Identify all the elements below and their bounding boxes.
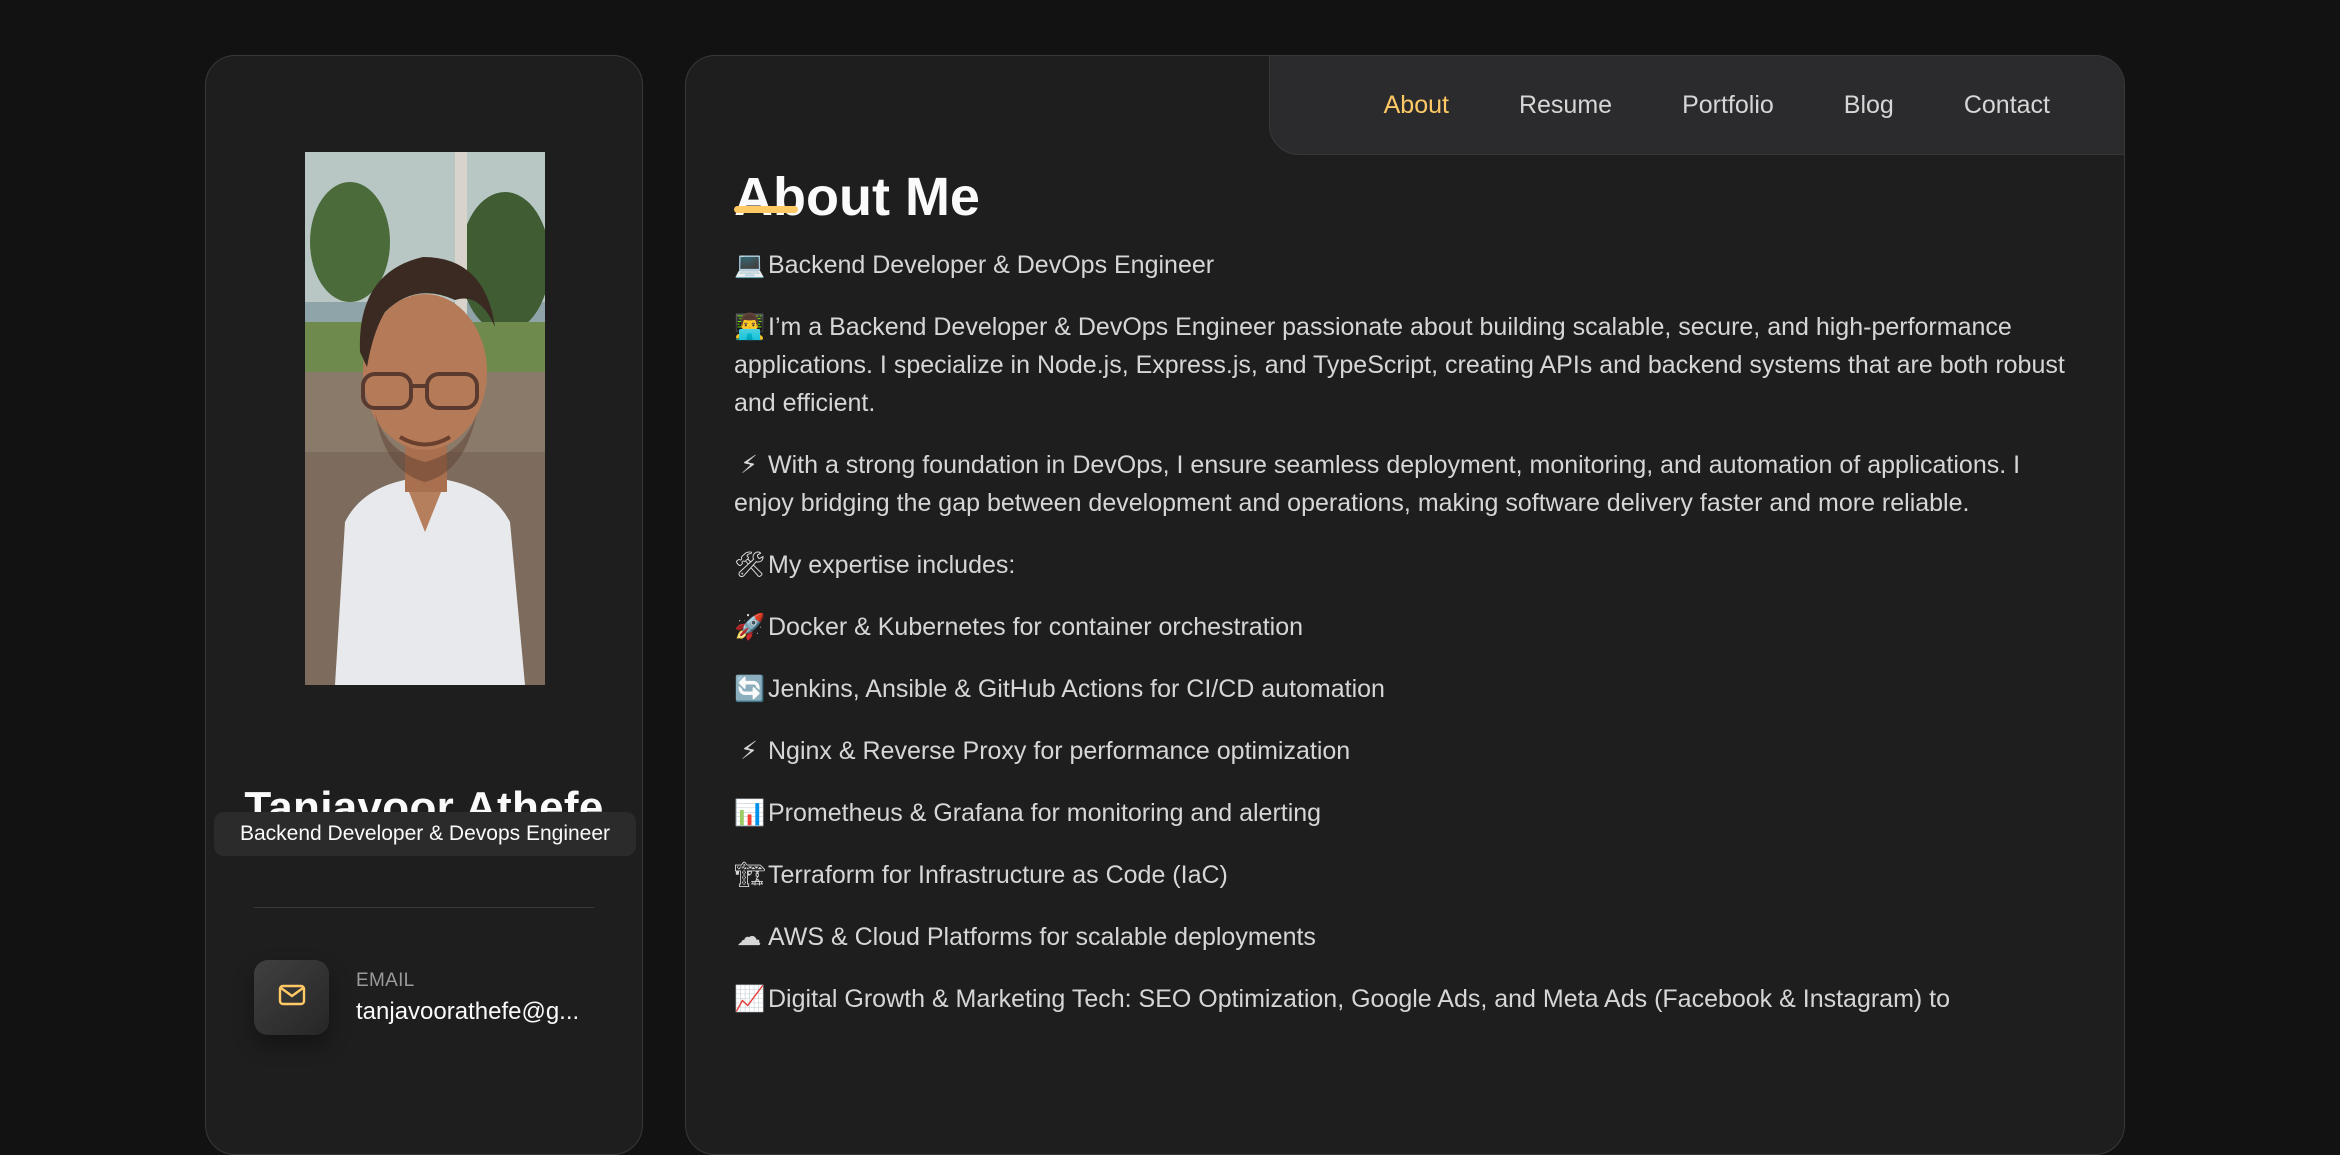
expertise-item: 🚀 Docker & Kubernetes for container orche… xyxy=(734,608,2074,646)
avatar xyxy=(305,152,545,685)
construction-icon: 🏗 xyxy=(734,861,766,889)
navbar: About Resume Portfolio Blog Contact xyxy=(1269,56,2124,155)
contact-item-email: EMAIL tanjavoorathefe@g... xyxy=(254,960,596,1035)
title-underline xyxy=(734,206,798,213)
laptop-icon: 💻 xyxy=(734,251,766,279)
nav-blog[interactable]: Blog xyxy=(1844,91,1894,120)
mail-icon-box xyxy=(254,960,329,1035)
nav-portfolio[interactable]: Portfolio xyxy=(1682,91,1774,120)
tools-icon: 🛠 xyxy=(734,551,766,579)
expertise-item: 📊 Prometheus & Grafana for monitoring and… xyxy=(734,794,2074,832)
lightning-icon: ⚡ xyxy=(740,451,758,479)
bar-chart-icon: 📊 xyxy=(734,799,766,827)
expertise-item: ⚡ Nginx & Reverse Proxy for performance o… xyxy=(734,732,2074,770)
chart-up-icon: 📈 xyxy=(734,985,766,1013)
about-paragraph: 👨‍💻 I’m a Backend Developer & DevOps Engi… xyxy=(734,308,2074,422)
rocket-icon: 🚀 xyxy=(734,613,766,641)
expertise-item: 🏗Terraform for Infrastructure as Code (I… xyxy=(734,856,2074,894)
about-content: 💻 Backend Developer & DevOps Engineer 👨‍💻… xyxy=(734,246,2074,1042)
about-paragraph: 🛠My expertise includes: xyxy=(734,546,2074,584)
expertise-item: 🔄 Jenkins, Ansible & GitHub Actions for C… xyxy=(734,670,2074,708)
lightning-icon: ⚡ xyxy=(740,737,758,765)
profile-title-badge: Backend Developer & Devops Engineer xyxy=(214,812,636,856)
expertise-item: ☁ AWS & Cloud Platforms for scalable depl… xyxy=(734,918,2074,956)
technologist-icon: 👨‍💻 xyxy=(734,313,766,341)
page-title: About Me xyxy=(734,167,980,227)
about-paragraph: ⚡ With a strong foundation in DevOps, I e… xyxy=(734,446,2074,522)
contact-label: EMAIL xyxy=(356,969,415,991)
sidebar: Tanjavoor Athefe Backend Developer & Dev… xyxy=(205,55,643,1155)
email-link[interactable]: tanjavoorathefe@g... xyxy=(356,998,596,1026)
refresh-icon: 🔄 xyxy=(734,675,766,703)
nav-resume[interactable]: Resume xyxy=(1519,91,1612,120)
main-panel: About Resume Portfolio Blog Contact Abou… xyxy=(685,55,2125,1155)
mail-icon xyxy=(278,984,306,1011)
expertise-item: 📈 Digital Growth & Marketing Tech: SEO Op… xyxy=(734,980,2074,1018)
nav-contact[interactable]: Contact xyxy=(1964,91,2050,120)
cloud-icon: ☁ xyxy=(736,923,762,951)
sidebar-separator xyxy=(254,907,594,908)
nav-about[interactable]: About xyxy=(1384,91,1449,120)
about-paragraph: 💻 Backend Developer & DevOps Engineer xyxy=(734,246,2074,284)
